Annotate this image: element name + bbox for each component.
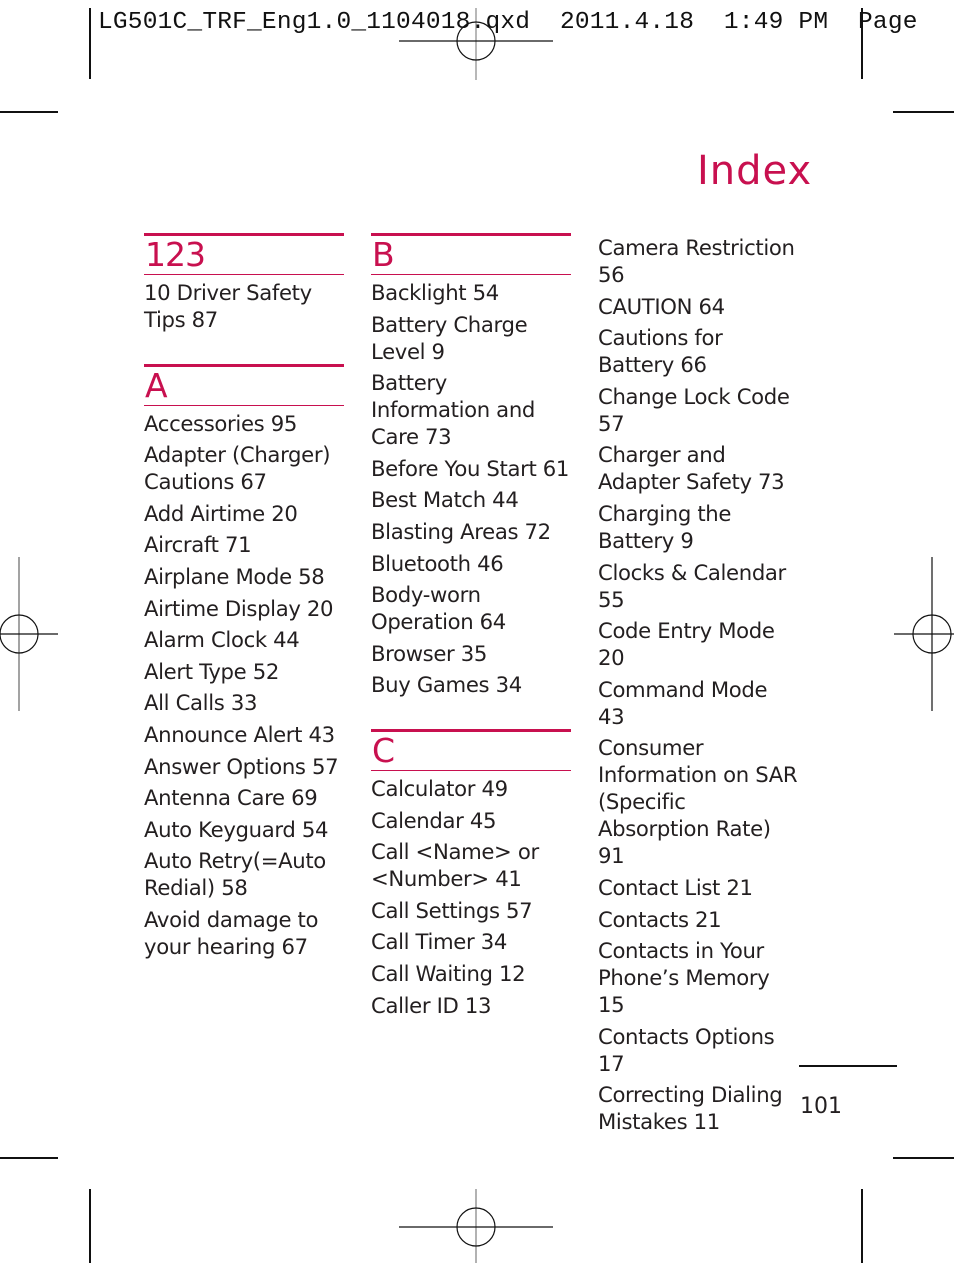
section-heading: 123 xyxy=(145,235,206,274)
index-section-123: 123 10 Driver Safety Tips 87 xyxy=(144,233,344,333)
page-title: Index xyxy=(697,148,813,194)
section-heading-bar: C xyxy=(371,728,571,771)
index-section-c: C Calculator 49 Calendar 45 Call <Name> … xyxy=(371,728,571,1019)
index-entry: Auto Retry(=Auto Redial) 58 xyxy=(144,848,326,901)
index-entry: All Calls 33 xyxy=(144,690,258,716)
index-entry: Contacts Options 17 xyxy=(598,1023,775,1076)
section-heading-bar: A xyxy=(144,363,344,406)
page-number: 101 xyxy=(800,1094,842,1119)
index-entry: Blasting Areas 72 xyxy=(371,518,551,544)
section-heading-bar: B xyxy=(371,233,571,275)
index-entry: Contact List 21 xyxy=(598,874,753,900)
index-section-c-continued: Camera Restriction 56 CAUTION 64 Caution… xyxy=(598,234,798,1135)
index-column-1: 123 10 Driver Safety Tips 87 A Accessori… xyxy=(144,233,344,965)
index-entry: Bluetooth 46 xyxy=(371,550,504,576)
index-entry: Airtime Display 20 xyxy=(144,595,334,621)
index-section-b: B Backlight 54 Battery Charge Level 9 Ba… xyxy=(371,233,571,698)
index-entry: Calendar 45 xyxy=(371,807,497,833)
entry-list: Camera Restriction 56 CAUTION 64 Caution… xyxy=(598,234,798,1135)
index-entry: Avoid damage to your hearing 67 xyxy=(144,906,319,959)
index-entry: Code Entry Mode 20 xyxy=(598,618,775,671)
index-entry: Charging the Battery 9 xyxy=(598,500,732,553)
section-heading: C xyxy=(372,730,395,770)
index-entry: Consumer Information on SAR (Specific Ab… xyxy=(598,735,798,869)
index-column-2: B Backlight 54 Battery Charge Level 9 Ba… xyxy=(371,233,571,1023)
index-entry: Call <Name> or <Number> 41 xyxy=(371,839,539,892)
entry-list: 10 Driver Safety Tips 87 xyxy=(144,279,344,333)
registration-mark-right xyxy=(894,557,954,711)
registration-mark-bottom xyxy=(399,1189,553,1263)
index-entry: Auto Keyguard 54 xyxy=(144,816,329,842)
index-entry: Before You Start 61 xyxy=(371,455,570,481)
index-entry: Answer Options 57 xyxy=(144,753,339,779)
footer-rule xyxy=(799,1065,897,1067)
index-entry: Charger and Adapter Safety 73 xyxy=(598,442,785,495)
index-entry: Alert Type 52 xyxy=(144,658,279,684)
index-entry: Antenna Care 69 xyxy=(144,785,318,811)
registration-mark-left xyxy=(0,557,58,711)
index-entry: 10 Driver Safety Tips 87 xyxy=(144,280,312,332)
section-heading: B xyxy=(372,235,395,274)
index-entry: Call Timer 34 xyxy=(371,929,507,955)
index-entry: Adapter (Charger) Cautions 67 xyxy=(144,442,331,495)
index-entry: Aircraft 71 xyxy=(144,532,252,558)
index-entry: Body-worn Operation 64 xyxy=(371,582,506,635)
index-entry: Alarm Clock 44 xyxy=(144,627,300,653)
entry-list: Backlight 54 Battery Charge Level 9 Batt… xyxy=(371,279,571,698)
index-entry: Airplane Mode 58 xyxy=(144,563,325,589)
index-section-a: A Accessories 95 Adapter (Charger) Cauti… xyxy=(144,363,344,960)
index-entry: Calculator 49 xyxy=(371,775,508,801)
index-entry: Caller ID 13 xyxy=(371,992,492,1018)
index-entry: Browser 35 xyxy=(371,640,488,666)
index-entry: Backlight 54 xyxy=(371,280,499,305)
index-entry: Buy Games 34 xyxy=(371,672,522,698)
index-entry: Call Waiting 12 xyxy=(371,960,526,986)
index-entry: Command Mode 43 xyxy=(598,676,768,729)
index-entry: Change Lock Code 57 xyxy=(598,383,790,436)
section-heading: A xyxy=(145,365,168,405)
registration-mark-top xyxy=(399,8,553,80)
index-column-3: Camera Restriction 56 CAUTION 64 Caution… xyxy=(598,234,798,1140)
index-entry: Add Airtime 20 xyxy=(144,500,298,526)
index-entry: Camera Restriction 56 xyxy=(598,235,795,287)
index-entry: Best Match 44 xyxy=(371,487,519,513)
entry-list: Accessories 95 Adapter (Charger) Caution… xyxy=(144,410,344,960)
index-entry: Clocks & Calendar 55 xyxy=(598,559,786,612)
index-entry: Call Settings 57 xyxy=(371,897,533,923)
index-entry: Contacts 21 xyxy=(598,906,722,932)
index-entry: CAUTION 64 xyxy=(598,293,725,319)
entry-list: Calculator 49 Calendar 45 Call <Name> or… xyxy=(371,775,571,1019)
index-entry: Cautions for Battery 66 xyxy=(598,325,723,378)
index-entry: Correcting Dialing Mistakes 11 xyxy=(598,1082,783,1135)
index-entry: Contacts in Your Phone’s Memory 15 xyxy=(598,938,770,1018)
section-heading-bar: 123 xyxy=(144,233,344,275)
index-entry: Accessories 95 xyxy=(144,410,297,436)
index-entry: Battery Information and Care 73 xyxy=(371,370,535,450)
index-entry: Announce Alert 43 xyxy=(144,721,335,747)
index-entry: Battery Charge Level 9 xyxy=(371,311,528,364)
